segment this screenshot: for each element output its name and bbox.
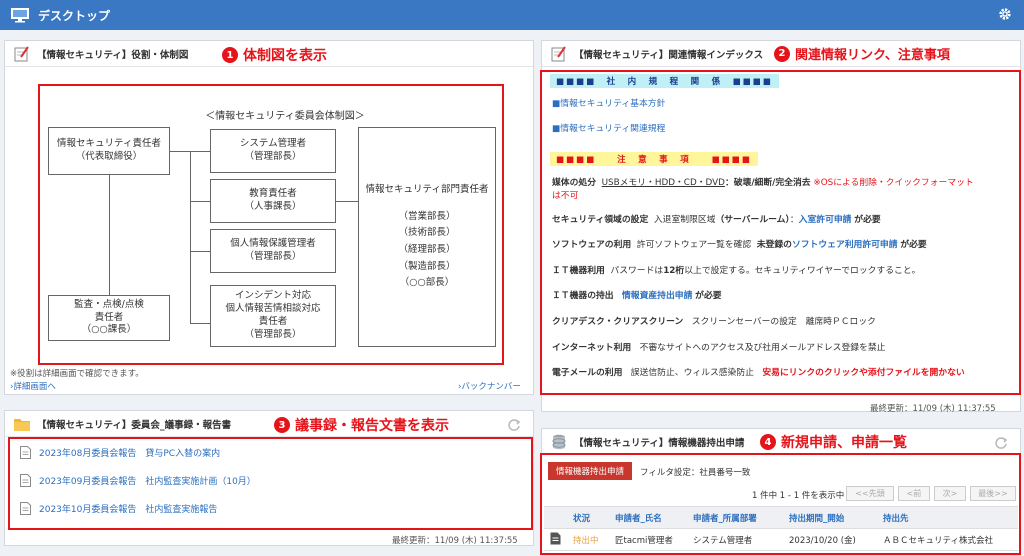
- minutes-panel-title: 【情報セキュリティ】委員会_議事録・報告書: [37, 419, 232, 431]
- minutes-item[interactable]: 2023年10月委員会報告 社内監査実施報告: [20, 498, 217, 518]
- org-box-edu: 教育責任者 （人事課長）: [210, 179, 336, 223]
- minutes-panel-header: 【情報セキュリティ】委員会_議事録・報告書: [5, 411, 533, 437]
- pager-next-button[interactable]: 次>: [934, 486, 966, 501]
- caution-security-area: セキュリティ領域の設定 入退室制限区域（サーバールーム）：入室許可申請 が必要: [552, 215, 881, 225]
- result-count: 1 件中 1 - 1 件を表示中: [752, 491, 845, 501]
- org-panel-title: 【情報セキュリティ】役割・体制図: [37, 49, 189, 61]
- document-icon: [20, 501, 31, 515]
- caution-software: ソフトウェアの利用 許可ソフトウェア一覧を確認 未登録のソフトウェア利用許可申請…: [552, 240, 927, 250]
- annotation-2: 2 関連情報リンク、注意事項: [774, 44, 950, 63]
- software-permit-link[interactable]: ソフトウェア利用許可申請: [792, 240, 898, 250]
- minutes-item[interactable]: 2023年08月委員会報告 貸与PC入替の案内: [20, 442, 220, 462]
- caution-media: 媒体の処分 USBメモリ・HDD・CD・DVD：破壊/細断/完全消去 ※OSによ…: [552, 178, 974, 202]
- connector: [336, 201, 358, 202]
- gear-icon[interactable]: [998, 7, 1012, 21]
- database-icon: [552, 434, 566, 449]
- col-start[interactable]: 持出期間_開始: [783, 506, 877, 529]
- monitor-icon: [11, 8, 29, 23]
- carryout-request-tab[interactable]: 情報機器持出申請: [548, 462, 633, 480]
- index-updated: 最終更新：11/09 (木) 11:37:55: [870, 404, 996, 414]
- refresh-icon[interactable]: [994, 436, 1008, 450]
- carryout-table: 状況 申請者_氏名 申請者_所属部署 持出期間_開始 持出先 持出中 匠tacm…: [544, 506, 1018, 551]
- pencil-note-icon: [14, 45, 29, 61]
- connector: [190, 151, 191, 323]
- caution-clear-desk: クリアデスク・クリアスクリーン スクリーンセーバーの設定 離席時ＰＣロック: [552, 317, 876, 327]
- pencil-note-icon: [551, 45, 566, 61]
- org-note: ※役割は詳細画面で確認できます。: [10, 369, 144, 379]
- rules-header: ■■■■ 社 内 規 程 関 係 ■■■■: [550, 74, 779, 88]
- entry-permit-link[interactable]: 入室許可申請: [799, 215, 852, 225]
- org-box-dept: 情報セキュリティ部門責任者 （営業部長） （技術部長） （経理部長） （製造部長） （○…: [358, 127, 496, 347]
- caution-internet: インターネット利用 不審なサイトへのアクセス及び社用メールアドレス登録を禁止: [552, 343, 886, 353]
- table-row[interactable]: 持出中 匠tacmi管理者 システム管理者 2023/10/20 (金) ＡＢＣ…: [544, 528, 1018, 551]
- minutes-item[interactable]: 2023年09月委員会報告 社内監査実施計画（10月）: [20, 470, 256, 490]
- org-chart-caption: ＜情報セキュリティ委員会体制図＞: [205, 111, 365, 122]
- caution-header: ■■■■ 注 意 事 項 ■■■■: [550, 152, 758, 166]
- pager-last-button[interactable]: 最後>>: [970, 486, 1016, 501]
- col-applicant[interactable]: 申請者_氏名: [609, 506, 687, 529]
- policy-link[interactable]: ■情報セキュリティ基本方針: [552, 98, 1012, 111]
- row-applicant: 匠tacmi管理者: [609, 528, 687, 551]
- table-header-row: 状況 申請者_氏名 申請者_所属部署 持出期間_開始 持出先: [544, 506, 1018, 529]
- org-box-incident: インシデント対応 個人情報苦情相談対応 責任者 （管理部長）: [210, 285, 336, 347]
- refresh-icon[interactable]: [507, 418, 521, 432]
- device-panel-title: 【情報セキュリティ】情報機器持出申請: [574, 437, 745, 449]
- annotation-3: 3 議事録・報告文書を表示: [274, 415, 449, 435]
- caution-email: 電子メールの利用 誤送信防止、ウィルス感染防止 安易にリンクのクリックや添付ファ…: [552, 368, 965, 378]
- backnumber-link[interactable]: ›バックナンバー: [458, 380, 521, 392]
- connector: [109, 175, 110, 295]
- row-destination: ＡＢＣセキュリティ株式会社: [877, 528, 1018, 551]
- pager-prev-button[interactable]: <前: [898, 486, 930, 501]
- connector: [190, 323, 210, 324]
- document-icon: [20, 473, 31, 487]
- annotation-1: 1 体制図を表示: [222, 45, 327, 65]
- caution-it-carryout: ＩＴ機器の持出 情報資産持出申請 が必要: [552, 291, 722, 301]
- org-box-sys: システム管理者 （管理部長）: [210, 129, 336, 173]
- connector: [190, 151, 210, 152]
- connector: [190, 201, 210, 202]
- org-box-privacy: 個人情報保護管理者 （管理部長）: [210, 229, 336, 273]
- minutes-updated: 最終更新：11/09 (木) 11:37:55: [392, 536, 518, 546]
- rules-link[interactable]: ■情報セキュリティ関連規程: [552, 123, 1012, 136]
- page-title: デスクトップ: [38, 8, 111, 23]
- pager-first-button[interactable]: <<先頭: [846, 486, 894, 501]
- document-icon[interactable]: [550, 532, 561, 545]
- org-chart: ＜情報セキュリティ委員会体制図＞ 情報セキュリティ責任者 （代表取締役） 監査・点…: [40, 85, 503, 365]
- filter-label: フィルタ設定：社員番号一致: [640, 468, 751, 478]
- asset-carryout-link[interactable]: 情報資産持出申請: [622, 291, 692, 301]
- document-icon: [20, 445, 31, 459]
- col-status[interactable]: 状況: [567, 506, 609, 529]
- col-department[interactable]: 申請者_所属部署: [687, 506, 783, 529]
- index-panel-title: 【情報セキュリティ】関連情報インデックス: [574, 49, 764, 61]
- desktop-topbar: デスクトップ: [0, 0, 1024, 30]
- detail-link[interactable]: ›詳細画面へ: [10, 380, 56, 392]
- index-content: ■■■■ 社 内 規 程 関 係 ■■■■ ■情報セキュリティ基本方針 ■情報セ…: [542, 70, 1020, 395]
- connector: [190, 251, 210, 252]
- folder-icon: [14, 418, 30, 431]
- row-department: システム管理者: [687, 528, 783, 551]
- annotation-4: 4 新規申請、申請一覧: [760, 432, 907, 452]
- row-status: 持出中: [567, 528, 609, 551]
- org-box-audit: 監査・点検/点検 責任者 （○○課長）: [48, 295, 170, 341]
- caution-it-usage: ＩＴ機器利用 パスワードは12桁以上で設定する。セキュリティワイヤーでロックする…: [552, 266, 921, 276]
- col-destination[interactable]: 持出先: [877, 506, 1018, 529]
- org-box-chief: 情報セキュリティ責任者 （代表取締役）: [48, 127, 170, 175]
- row-start: 2023/10/20 (金): [783, 528, 877, 551]
